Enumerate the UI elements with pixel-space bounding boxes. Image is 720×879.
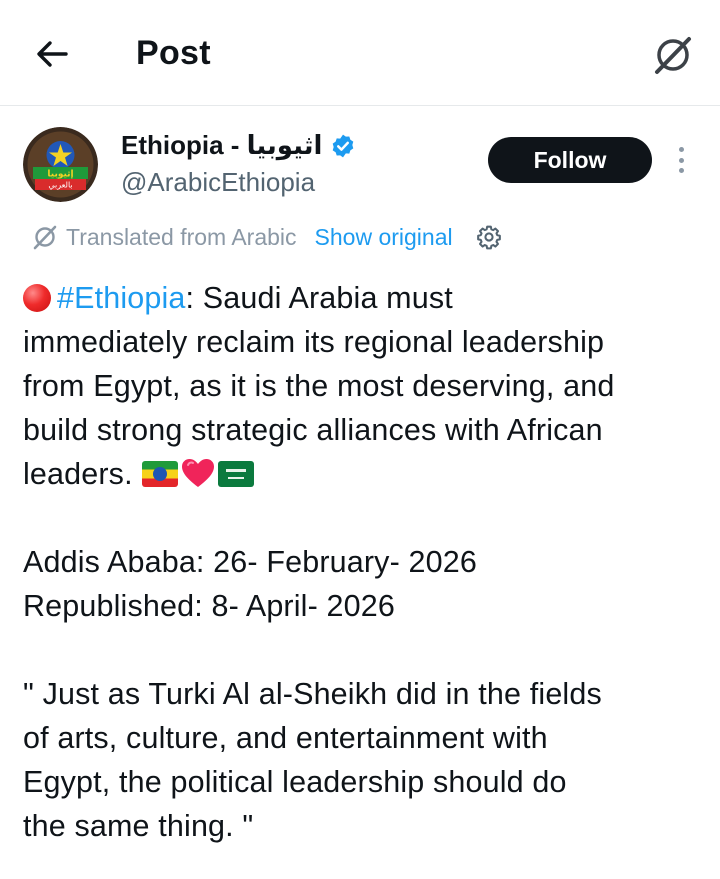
ethiopia-flag-icon	[142, 461, 179, 487]
more-options-button[interactable]	[670, 143, 692, 177]
date-line: Addis Ababa: 26- February- 2026	[23, 545, 477, 579]
translation-settings-button[interactable]	[475, 223, 503, 251]
heart-icon	[182, 459, 215, 487]
author-name-row[interactable]: Ethiopia - اثيوبيا	[121, 130, 356, 161]
quote-line: of arts, culture, and entertainment with	[23, 721, 548, 755]
quote-line: Egypt, the political leadership should d…	[23, 765, 567, 799]
grok-icon	[655, 37, 691, 74]
page-title: Post	[136, 34, 211, 72]
post-text: #Ethiopia: Saudi Arabia must immediately…	[23, 276, 713, 848]
ethiopia-emblem-avatar: إثيوبيا بالعربي	[23, 127, 98, 202]
quote-line: the same thing. "	[23, 809, 254, 843]
grok-button[interactable]	[650, 32, 696, 78]
back-button[interactable]	[32, 36, 72, 72]
hashtag-link[interactable]: #Ethiopia	[57, 281, 186, 315]
more-dot-icon	[678, 157, 684, 163]
svg-text:إثيوبيا: إثيوبيا	[47, 170, 73, 180]
saudi-flag-icon	[218, 461, 255, 487]
post-line: immediately reclaim its regional leaders…	[23, 325, 605, 359]
translated-label: Translated from Arabic	[66, 223, 297, 250]
quote-line: " Just as Turki Al al-Sheikh did in the …	[23, 677, 602, 711]
gear-icon	[476, 225, 501, 250]
top-bar: Post	[0, 0, 720, 106]
red-circle-emoji-icon	[23, 284, 51, 312]
follow-button[interactable]: Follow	[488, 137, 652, 183]
post-text-span: : Saudi Arabia must	[185, 281, 453, 315]
post-text-span: leaders.	[23, 457, 133, 491]
more-dot-icon	[678, 147, 684, 152]
post-line: from Egypt, as it is the most deserving,…	[23, 369, 615, 403]
translate-grok-icon	[33, 225, 57, 250]
svg-text:بالعربي: بالعربي	[48, 181, 72, 190]
translation-bar: Translated from Arabic Show original	[32, 221, 503, 253]
arrow-left-icon	[37, 41, 68, 67]
author-handle[interactable]: @ArabicEthiopia	[121, 167, 315, 198]
verified-badge-icon	[333, 134, 354, 157]
more-dot-icon	[678, 168, 684, 173]
show-original-link[interactable]: Show original	[315, 224, 453, 251]
date-line: Republished: 8- April- 2026	[23, 589, 395, 623]
avatar[interactable]: إثيوبيا بالعربي	[23, 127, 98, 202]
post-line: leaders.	[23, 452, 713, 496]
post-line: #Ethiopia: Saudi Arabia must	[23, 276, 713, 320]
post-line: build strong strategic alliances with Af…	[23, 413, 603, 447]
author-name[interactable]: Ethiopia - اثيوبيا	[121, 130, 322, 161]
